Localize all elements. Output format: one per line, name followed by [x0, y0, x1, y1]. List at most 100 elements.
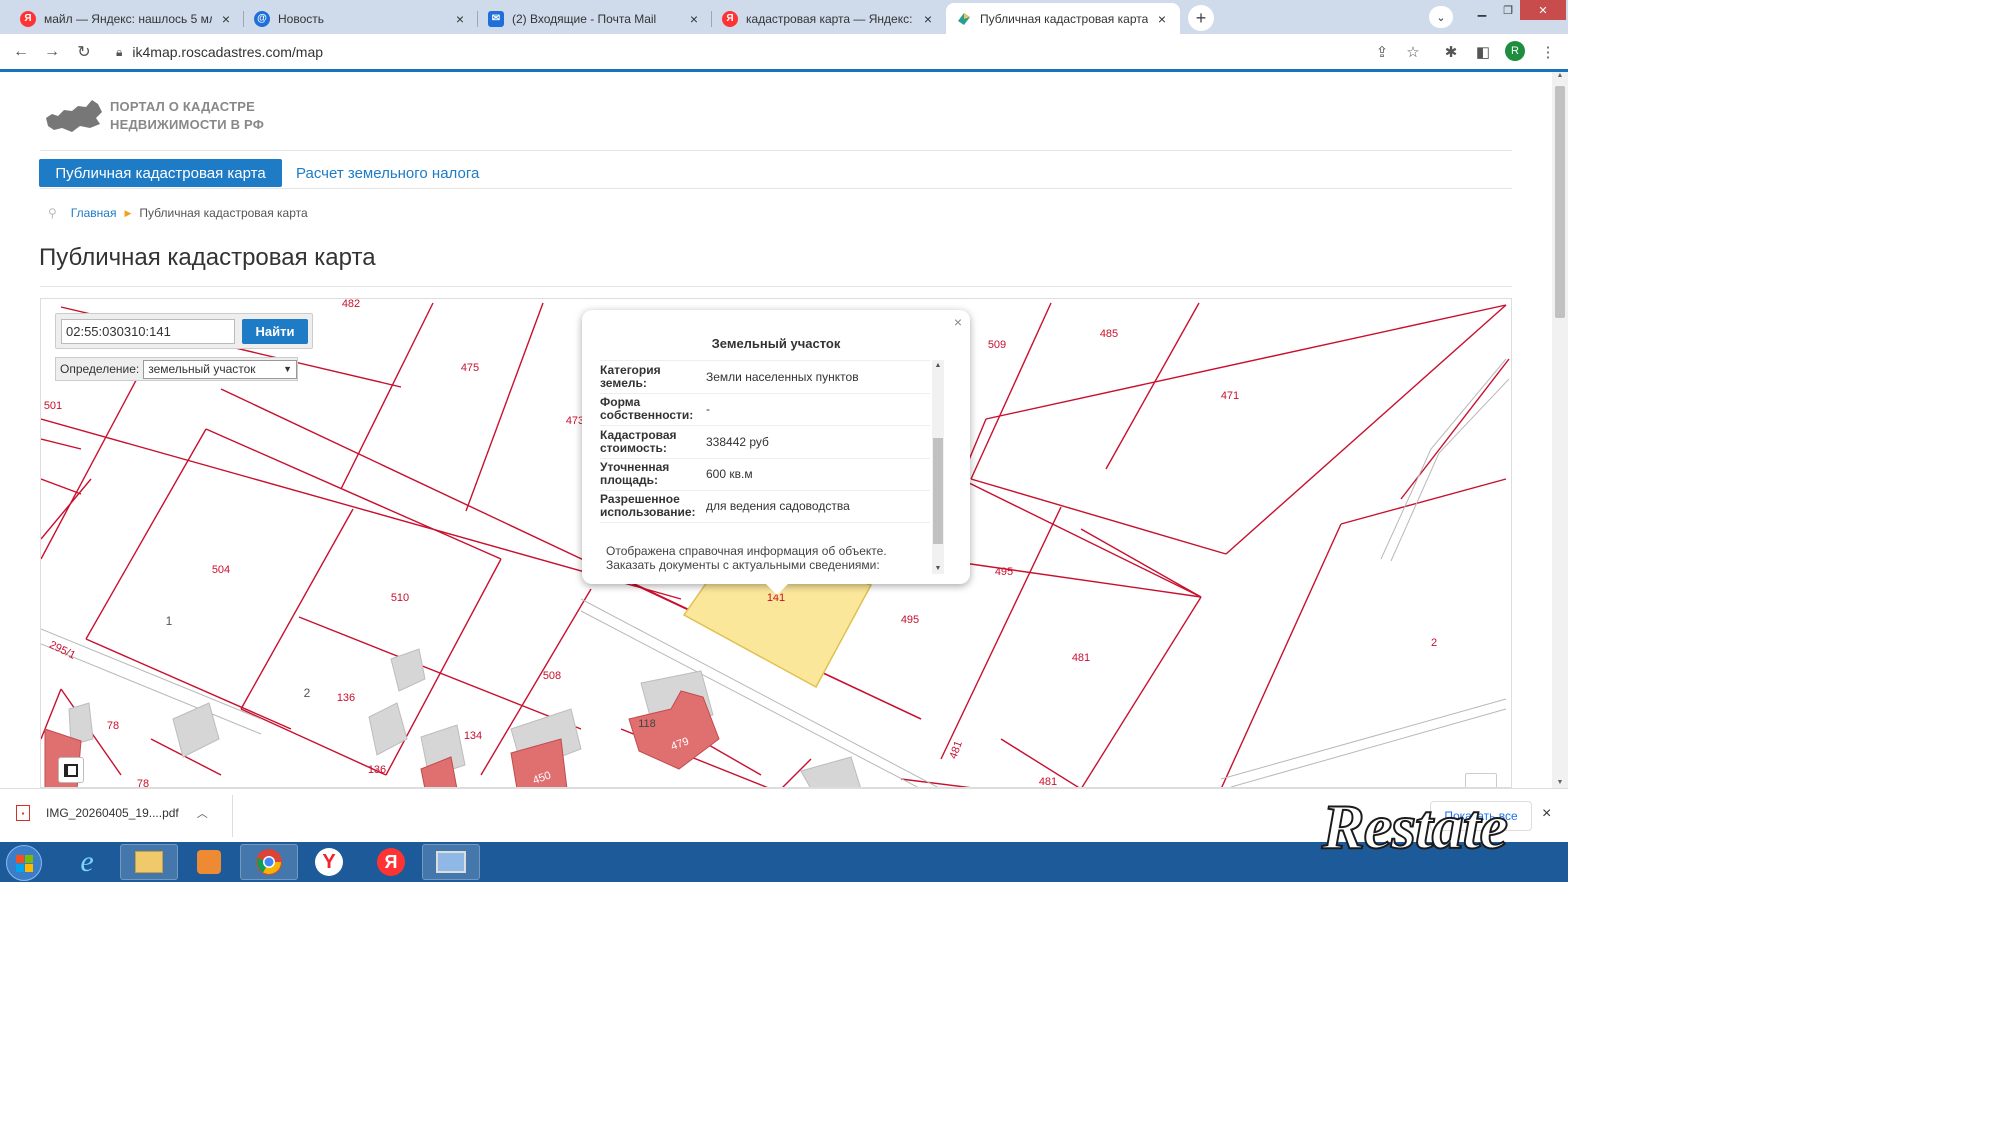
layers-toggle-button[interactable]	[58, 757, 84, 783]
browser-tab[interactable]: Я майл — Яндекс: нашлось 5 млн ×	[10, 3, 244, 34]
browser-tab[interactable]: ✉ (2) Входящие - Почта Mail ×	[478, 3, 712, 34]
attribute-row: Разрешенное использование: для ведения с…	[600, 490, 930, 523]
parcel-label: 2	[1431, 637, 1437, 649]
breadcrumb-home-link[interactable]: Главная	[71, 206, 117, 220]
parcel-label: 118	[638, 718, 656, 730]
yandex-icon[interactable]: Я	[362, 844, 420, 880]
parcel-label: 485	[1100, 328, 1118, 340]
popup-scrollbar[interactable]: ▲ ▼	[932, 360, 944, 574]
attribute-value: 338442 руб	[706, 434, 769, 449]
tab-close-icon[interactable]: ×	[218, 11, 234, 27]
parcel-label: 495	[901, 614, 919, 626]
parcel-label: 504	[212, 564, 230, 576]
divider	[40, 150, 1512, 151]
attribute-row: Кадастровая стоимость: 338442 руб	[600, 425, 930, 458]
windows-logo-green	[25, 855, 33, 863]
parcel-label: 501	[44, 400, 62, 412]
attribute-key: Категория земель:	[600, 362, 661, 390]
scroll-down-icon[interactable]: ▼	[1552, 779, 1568, 786]
browser-tab[interactable]: Я кадастровая карта — Яндекс: на ×	[712, 3, 946, 34]
tab-title: Публичная кадастровая карта	[980, 11, 1148, 26]
layers-icon	[64, 763, 78, 777]
popup-note: Отображена справочная информация об объе…	[606, 544, 906, 572]
screen-app-icon[interactable]	[422, 844, 480, 880]
reload-icon[interactable]: ↻	[73, 41, 95, 63]
popup-title: Земельный участок	[711, 336, 841, 351]
nav-tab-land-tax[interactable]: Расчет земельного налога	[296, 159, 479, 187]
scroll-up-icon[interactable]: ▲	[1552, 72, 1568, 79]
popup-scroll-thumb[interactable]	[933, 438, 943, 544]
find-button[interactable]: Найти	[242, 319, 308, 344]
attribute-value: Земли населенных пунктов	[706, 369, 859, 384]
tab-title: Новость	[278, 11, 325, 26]
tab-title: кадастровая карта — Яндекс: на	[746, 11, 914, 26]
popup-attributes: Категория земель: Земли населенных пункт…	[600, 360, 930, 523]
attribute-key: Кадастровая стоимость:	[600, 427, 677, 455]
attribute-row: Форма собственности: -	[600, 392, 930, 426]
nav-tab-public-map[interactable]: Публичная кадастровая карта	[39, 159, 282, 187]
yandex-icon: Я	[722, 10, 738, 27]
breadcrumb-current: Публичная кадастровая карта	[139, 206, 308, 220]
parcel-label: 136	[337, 692, 355, 704]
forward-icon[interactable]: →	[41, 41, 63, 63]
extensions-puzzle-icon[interactable]: ✱	[1441, 42, 1461, 62]
minimize-icon[interactable]: ▁	[1466, 0, 1498, 20]
definition-select[interactable]: земельный участок ▼	[143, 359, 297, 379]
explorer-folder-icon[interactable]	[120, 844, 178, 880]
parcel-label: 481	[1039, 776, 1057, 788]
tab-close-icon[interactable]: ×	[452, 11, 468, 27]
menu-kebab-icon[interactable]: ⋮	[1538, 42, 1558, 62]
parcel-label: 495	[995, 566, 1013, 578]
lock-icon: 🔒︎	[116, 44, 123, 59]
download-item[interactable]: ▪ IMG_20260405_19....pdf ︿	[16, 805, 208, 821]
divider	[40, 188, 1512, 189]
attribute-key: Форма собственности:	[600, 395, 694, 423]
bookmark-star-icon[interactable]: ☆	[1403, 42, 1423, 62]
profile-avatar[interactable]: R	[1505, 41, 1525, 61]
start-button[interactable]	[6, 845, 42, 881]
new-tab-button[interactable]: +	[1188, 5, 1214, 31]
windows-logo-red	[16, 855, 24, 863]
windows-logo-yellow	[25, 864, 33, 872]
page-scroll-thumb[interactable]	[1555, 86, 1565, 318]
tab-close-icon[interactable]: ×	[686, 11, 702, 27]
parcel-label: 2	[304, 686, 311, 700]
browser-tab[interactable]: @ Новость ×	[244, 3, 478, 34]
media-player-icon[interactable]	[180, 844, 238, 880]
cadastral-number-input[interactable]	[61, 319, 235, 344]
map-control[interactable]	[1465, 773, 1497, 787]
tab-close-icon[interactable]: ×	[920, 11, 936, 27]
cadastral-map[interactable]: 482 475 501 473 509 485 471 504 510 1 29…	[40, 298, 1512, 788]
chevron-up-icon[interactable]: ︿	[197, 805, 208, 821]
parcel-label: 482	[342, 299, 360, 310]
page-scrollbar[interactable]: ▲ ▼	[1552, 72, 1568, 788]
maximize-icon[interactable]: ❐	[1498, 0, 1518, 20]
scroll-down-icon[interactable]: ▼	[932, 565, 944, 572]
parcel-label: 510	[391, 592, 409, 604]
share-icon[interactable]: ⇪	[1372, 42, 1392, 62]
popup-close-icon[interactable]: ×	[954, 314, 962, 330]
scroll-up-icon[interactable]: ▲	[932, 362, 944, 369]
attribute-key: Разрешенное использование:	[600, 492, 696, 520]
close-shelf-icon[interactable]: ×	[1542, 805, 1551, 823]
divider	[232, 795, 233, 837]
portal-logo-text[interactable]: ПОРТАЛ О КАДАСТРЕ НЕДВИЖИМОСТИ В РФ	[110, 98, 264, 134]
chevron-down-icon: ▼	[283, 364, 292, 374]
chrome-icon[interactable]	[240, 844, 298, 880]
ie-icon[interactable]: e	[58, 844, 116, 880]
back-icon[interactable]: ←	[10, 41, 32, 63]
browser-tab-active[interactable]: Публичная кадастровая карта ×	[946, 3, 1180, 34]
parcel-label: 508	[543, 670, 561, 682]
attribute-row: Уточненная площадь: 600 кв.м	[600, 457, 930, 491]
address-bar[interactable]: 🔒︎ ik4map.roscadastres.com/map	[104, 39, 1364, 65]
attribute-value: 600 кв.м	[706, 467, 753, 482]
side-panel-icon[interactable]: ◧	[1473, 42, 1493, 62]
yandex-browser-icon[interactable]: Y	[300, 844, 358, 880]
definition-label: Определение:	[60, 362, 140, 376]
pdf-file-icon: ▪	[16, 805, 30, 821]
attribute-row: Категория земель: Земли населенных пункт…	[600, 360, 930, 393]
logo-line-2: НЕДВИЖИМОСТИ В РФ	[110, 117, 265, 132]
window-close-icon[interactable]: ✕	[1520, 0, 1566, 20]
tab-close-icon[interactable]: ×	[1154, 11, 1170, 27]
tab-search-chevron-icon[interactable]: ⌄	[1429, 6, 1453, 28]
